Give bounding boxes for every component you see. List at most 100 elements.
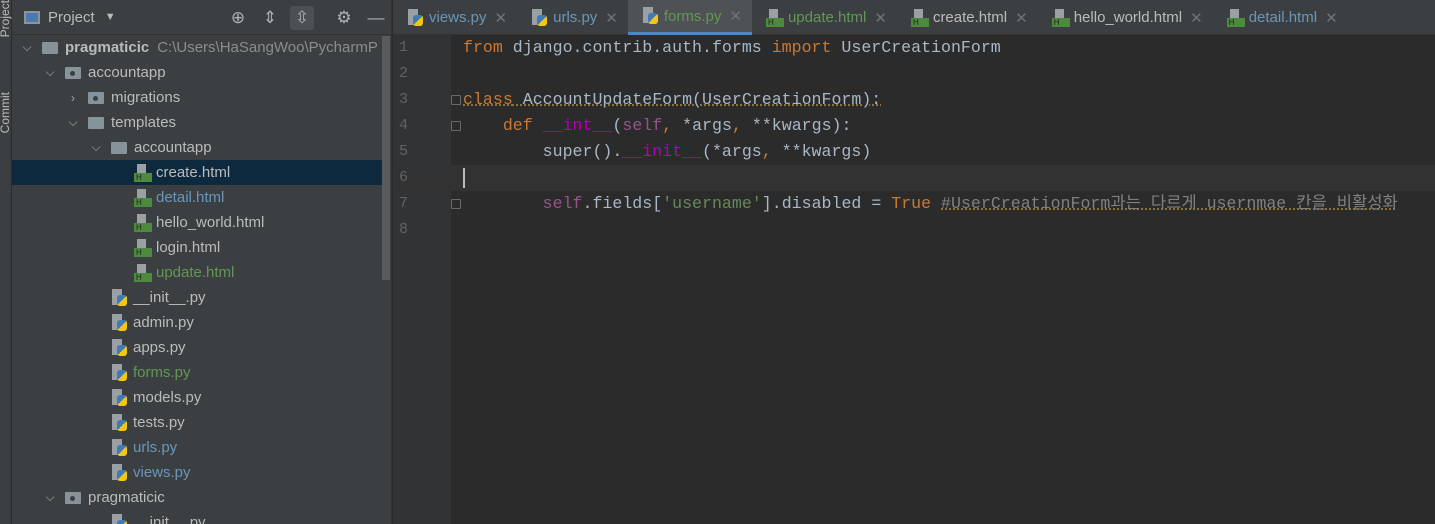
tree-item[interactable]: ⌵ accountapp (12, 60, 382, 85)
tree-item[interactable]: login.html (12, 235, 382, 260)
tree-item[interactable]: create.html (12, 160, 382, 185)
tree-item-label: views.py (133, 464, 191, 481)
close-icon[interactable]: ✕ (1190, 9, 1203, 27)
code-token: django.contrib.auth.forms (502, 38, 772, 57)
tree-item[interactable]: forms.py (12, 360, 382, 385)
python-file-icon (111, 288, 127, 307)
tab-label: forms.py (663, 7, 722, 25)
tree-item-label: detail.html (156, 189, 225, 206)
tree-item[interactable]: tests.py (12, 410, 382, 435)
chevron-right-icon[interactable]: › (66, 91, 80, 105)
fold-marker-icon[interactable] (451, 121, 461, 131)
editor-tab[interactable]: views.py ✕ (393, 0, 517, 35)
code-token: , (731, 116, 752, 135)
text-caret (463, 168, 465, 188)
collapse-all-icon[interactable]: ⇳ (290, 6, 314, 30)
line-number: 7 (399, 195, 409, 212)
python-file-icon (531, 8, 548, 27)
editor-tab[interactable]: hello_world.html ✕ (1038, 0, 1213, 35)
expand-all-icon[interactable]: ⇕ (258, 6, 282, 30)
tree-item-label: apps.py (133, 339, 186, 356)
chevron-down-icon[interactable]: ⌵ (89, 140, 103, 155)
code-text: from django.contrib.auth.forms import Us… (463, 35, 1001, 61)
code-token: , (761, 142, 782, 161)
code-token: 'username' (662, 194, 762, 213)
close-icon[interactable]: ✕ (495, 9, 508, 27)
tree-item[interactable]: admin.py (12, 310, 382, 335)
editor-tab[interactable]: urls.py ✕ (517, 0, 628, 35)
tree-item[interactable]: __init__.py (12, 510, 382, 524)
tree-item[interactable]: views.py (12, 460, 382, 485)
html-file-icon (134, 263, 152, 282)
tree-item-label: templates (111, 114, 177, 131)
tree-item[interactable]: update.html (12, 260, 382, 285)
project-panel: Project ▼ ⊕ ⇕ ⇳ ⚙ — ⌵ pragmaticic C:\Users… (12, 0, 392, 524)
project-view-icon (24, 10, 40, 24)
code-text: def __int__(self, *args, **kwargs): (463, 113, 852, 139)
tree-item[interactable]: ⌵ pragmaticic C:\Users\HaSangWoo\PycharmP (12, 35, 382, 60)
chevron-down-icon[interactable]: ⌵ (66, 115, 80, 130)
close-icon[interactable]: ✕ (729, 7, 742, 25)
commit-tool-tab[interactable]: Commit (0, 92, 12, 133)
fold-marker-icon[interactable] (451, 199, 461, 209)
project-view-selector[interactable]: Project (48, 9, 95, 26)
tree-item[interactable]: ⌵ templates (12, 110, 382, 135)
code-token: *args (682, 116, 732, 135)
tree-item-label: pragmaticic (65, 39, 150, 56)
code-line: 5 super().__init__(*args, **kwargs) (393, 139, 1435, 165)
tree-item[interactable]: › migrations (12, 85, 382, 110)
tree-item[interactable]: urls.py (12, 435, 382, 460)
chevron-down-icon[interactable]: ⌵ (43, 65, 57, 80)
code-text: class AccountUpdateForm(UserCreationForm… (463, 87, 881, 113)
close-icon[interactable]: ✕ (874, 9, 887, 27)
tree-item[interactable]: ⌵ pragmaticic (12, 485, 382, 510)
code-token: , (662, 116, 683, 135)
tree-item-label: hello_world.html (156, 214, 265, 231)
code-token: def (502, 116, 533, 135)
tree-item[interactable]: models.py (12, 385, 382, 410)
python-file-icon (111, 513, 127, 524)
editor-tab[interactable]: create.html ✕ (897, 0, 1038, 35)
code-token: (*args (702, 142, 762, 161)
line-number: 2 (399, 65, 409, 82)
chevron-down-icon[interactable]: ⌵ (43, 490, 57, 505)
line-number: 5 (399, 143, 409, 160)
line-number: 1 (399, 39, 409, 56)
tab-label: views.py (429, 9, 487, 26)
tree-item-label: __init__.py (133, 514, 206, 524)
close-icon[interactable]: ✕ (605, 9, 618, 27)
code-token: .fields[ (582, 194, 663, 213)
tree-item[interactable]: ⌵ accountapp (12, 135, 382, 160)
folder-icon (42, 41, 58, 54)
tool-window-strip: Project Commit (0, 0, 12, 524)
chevron-down-icon[interactable]: ▼ (105, 11, 116, 23)
fold-marker-icon[interactable] (451, 95, 461, 105)
tree-scrollbar[interactable] (382, 36, 390, 280)
folder-icon (111, 141, 127, 154)
project-tool-tab[interactable]: Project (0, 0, 12, 37)
chevron-down-icon[interactable]: ⌵ (20, 40, 34, 55)
minimize-icon[interactable]: — (364, 6, 388, 30)
code-token: True (891, 194, 932, 213)
close-icon[interactable]: ✕ (1325, 9, 1338, 27)
close-icon[interactable]: ✕ (1015, 9, 1028, 27)
code-token: ( (612, 116, 623, 135)
editor-tab[interactable]: update.html ✕ (752, 0, 897, 35)
code-line: 7 self.fields['username'].disabled = Tru… (393, 191, 1435, 217)
code-line: 2 (393, 61, 1435, 87)
tree-item-label: update.html (156, 264, 235, 281)
editor-tab[interactable]: detail.html ✕ (1213, 0, 1348, 35)
code-token: __init__ (622, 142, 702, 161)
tree-item[interactable]: detail.html (12, 185, 382, 210)
tree-item[interactable]: __init__.py (12, 285, 382, 310)
tree-item[interactable]: apps.py (12, 335, 382, 360)
editor-tab[interactable]: forms.py ✕ (627, 0, 752, 35)
line-number: 4 (399, 117, 409, 134)
html-file-icon (1051, 8, 1070, 27)
html-file-icon (765, 8, 784, 27)
code-text: super().__init__(*args, **kwargs) (463, 139, 872, 165)
gear-icon[interactable]: ⚙ (332, 6, 356, 30)
locate-icon[interactable]: ⊕ (226, 6, 250, 30)
tree-item[interactable]: hello_world.html (12, 210, 382, 235)
